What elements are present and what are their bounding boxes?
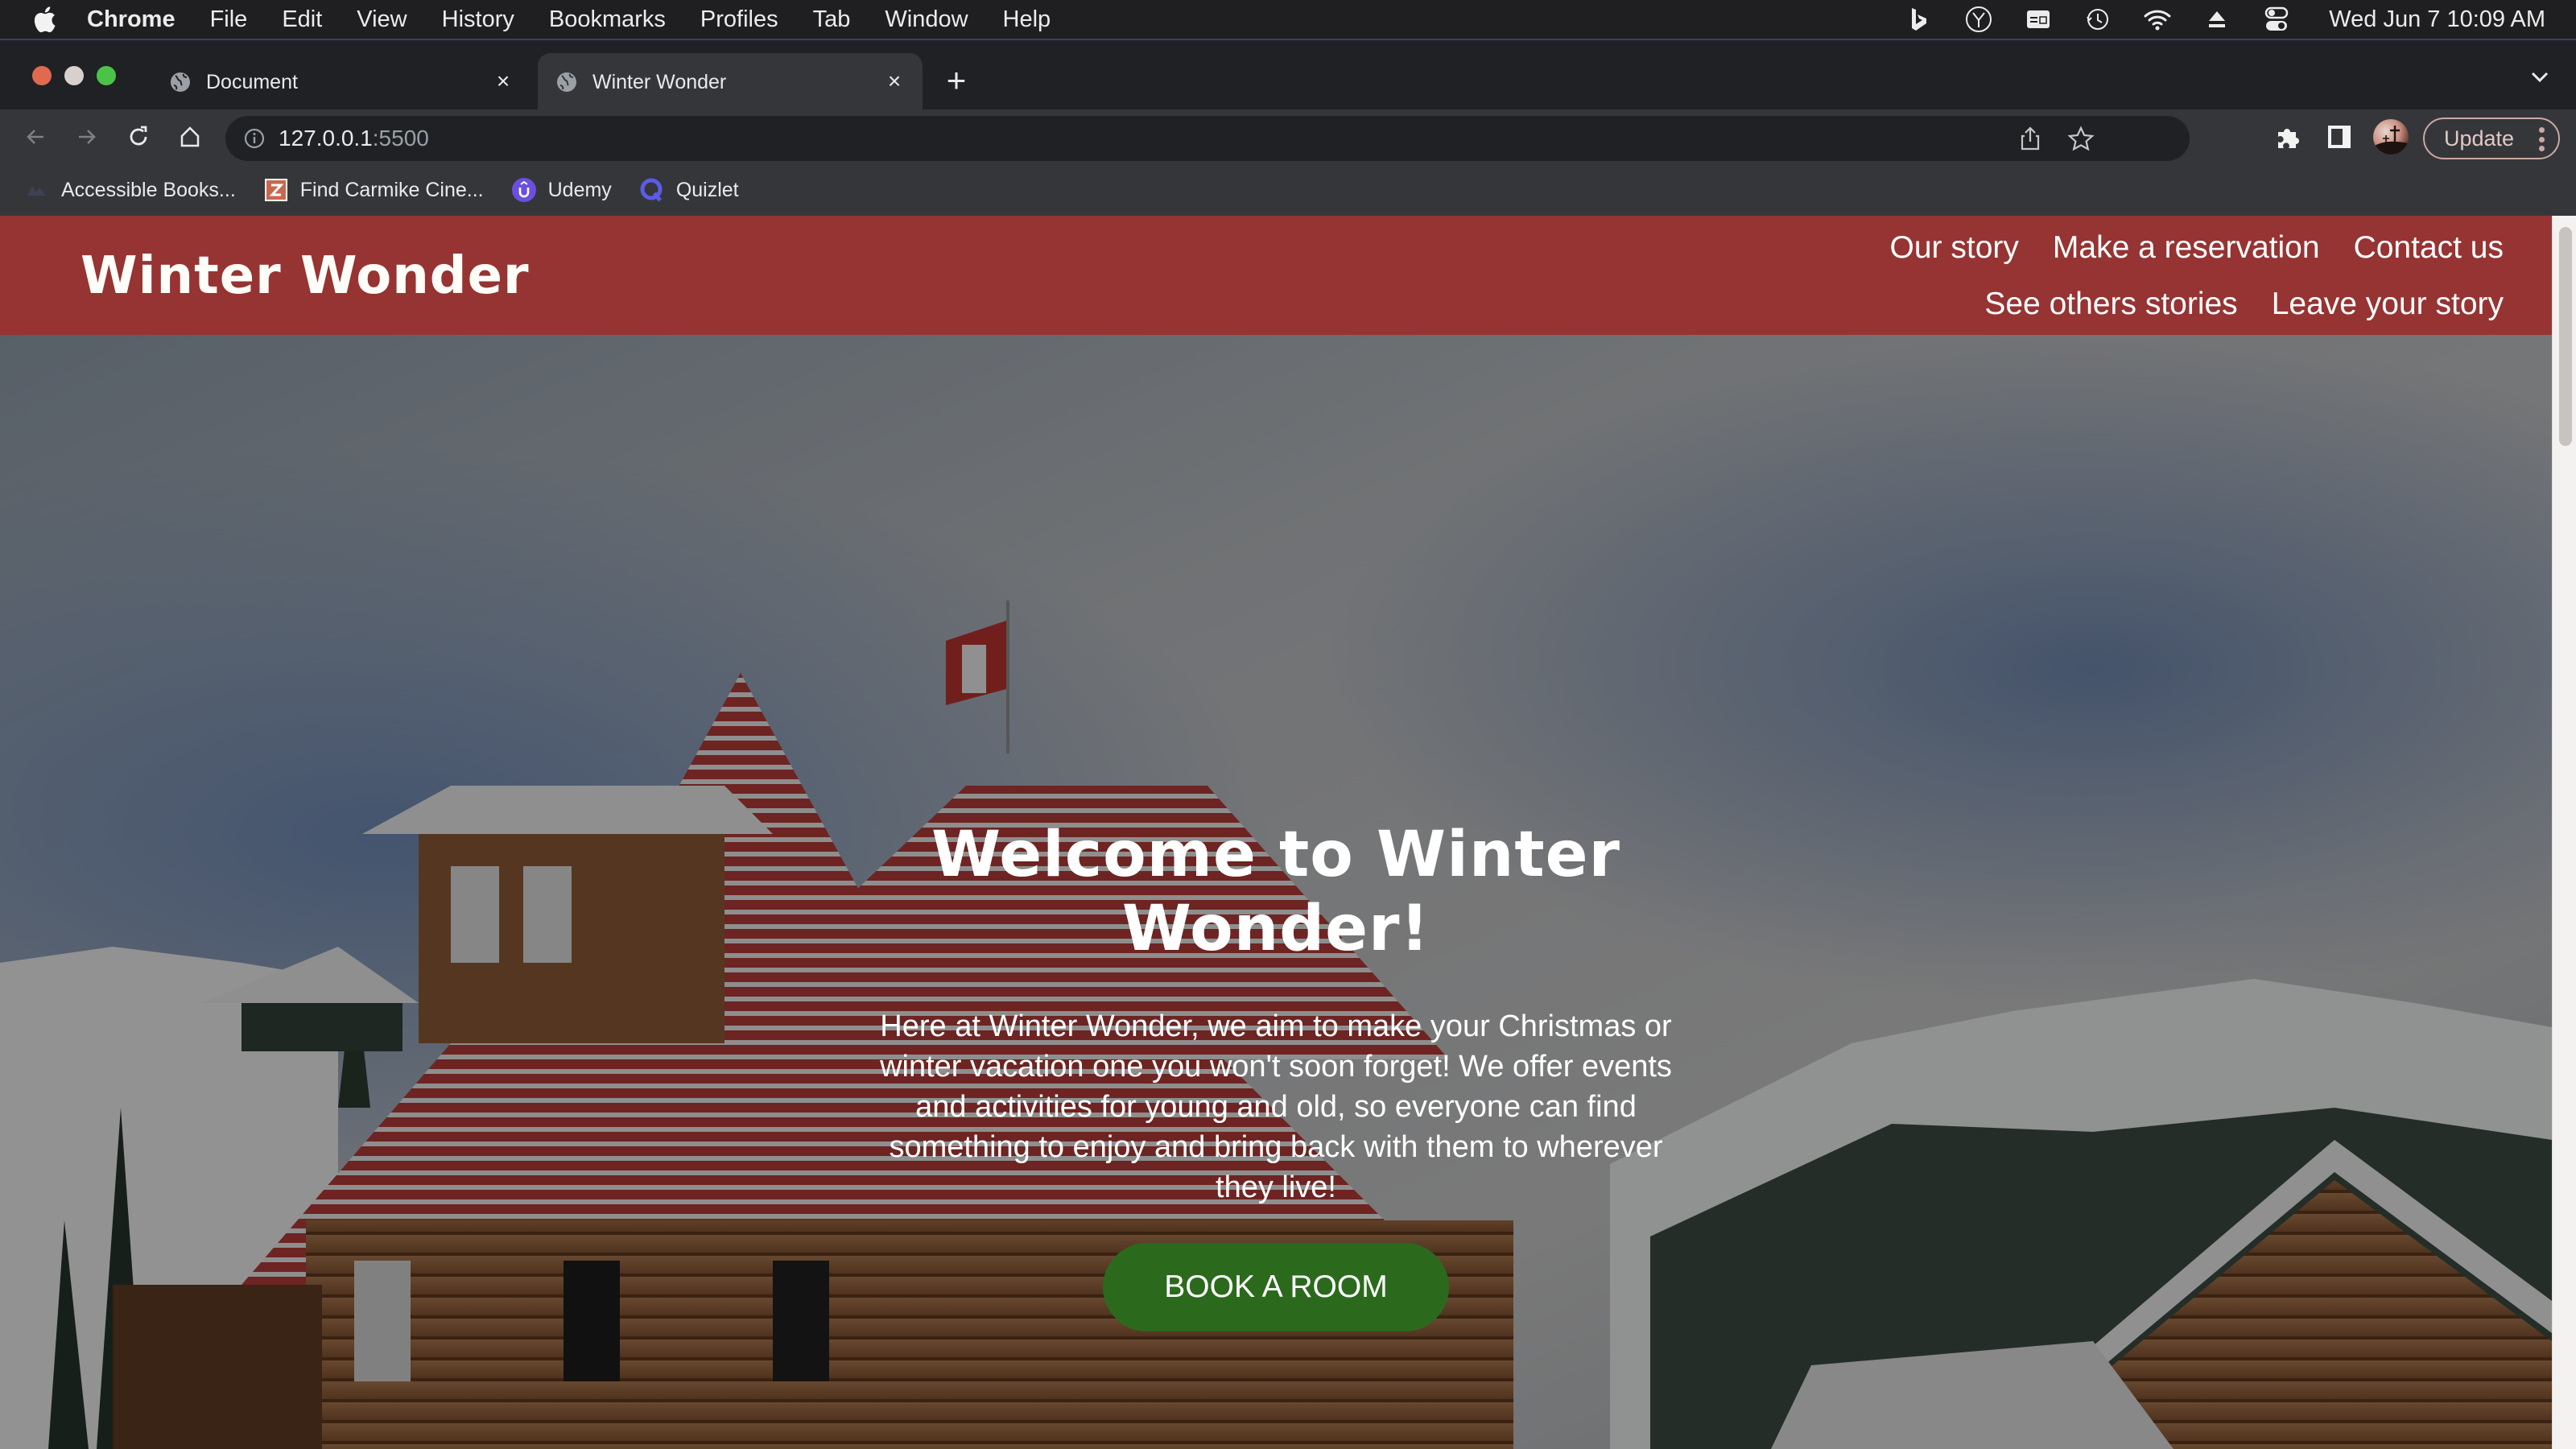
bookmark-label: Quizlet — [675, 178, 739, 201]
menu-help[interactable]: Help — [1003, 6, 1051, 33]
maximize-window-button[interactable] — [97, 66, 116, 85]
bookmark-label: Find Carmike Cine... — [299, 178, 484, 201]
tab-document[interactable]: Document × — [169, 53, 531, 111]
tab-title: Winter Wonder — [592, 70, 727, 93]
bookmarks-bar: Accessible Books... Find Carmike Cine...… — [0, 164, 2576, 216]
bookmark-carmike[interactable]: Find Carmike Cine... — [263, 177, 484, 203]
scrollbar-thumb[interactable] — [2559, 227, 2572, 446]
site-nav: Our story Make a reservation Contact us … — [1699, 225, 2504, 327]
bookmark-accessible-books[interactable]: Accessible Books... — [24, 177, 236, 203]
tab-title: Document — [206, 70, 298, 93]
nav-make-reservation[interactable]: Make a reservation — [2053, 225, 2320, 270]
nav-our-story[interactable]: Our story — [1890, 225, 2019, 270]
back-button[interactable] — [19, 121, 52, 153]
menu-edit[interactable]: Edit — [282, 6, 322, 33]
eject-icon[interactable] — [2203, 6, 2231, 33]
site-logo[interactable]: Winter Wonder — [80, 246, 530, 306]
update-chrome-button[interactable]: Update — [2423, 118, 2560, 159]
forward-button[interactable] — [71, 121, 103, 153]
update-label: Update — [2444, 126, 2515, 151]
menu-tab[interactable]: Tab — [813, 6, 851, 33]
hero-section: Welcome to Winter Wonder! Here at Winter… — [0, 335, 2552, 1449]
nav-contact-us[interactable]: Contact us — [2354, 225, 2504, 270]
wifi-icon[interactable] — [2144, 6, 2171, 33]
close-tab-icon[interactable]: × — [491, 68, 515, 93]
window-controls — [32, 66, 116, 85]
keyboard-shortcut-icon[interactable] — [2025, 6, 2052, 33]
reload-button[interactable] — [122, 121, 155, 153]
close-tab-icon[interactable]: × — [882, 68, 906, 93]
menu-file[interactable]: File — [210, 6, 248, 33]
hero-title: Welcome to Winter Wonder! — [931, 819, 1621, 965]
quizlet-icon — [639, 177, 665, 203]
browser-toolbar: 127.0.0.1:5500 Update — [0, 109, 2576, 164]
book-a-room-button[interactable]: BOOK A ROOM — [1103, 1243, 1449, 1331]
page-scrollbar[interactable] — [2552, 216, 2576, 1449]
menu-window[interactable]: Window — [885, 6, 968, 33]
side-panel-icon[interactable] — [2325, 122, 2354, 151]
menu-profiles[interactable]: Profiles — [700, 6, 778, 33]
nav-leave-your-story[interactable]: Leave your story — [2272, 282, 2504, 327]
globe-icon — [171, 72, 190, 92]
clock-app-icon[interactable] — [1965, 6, 1992, 33]
accessible-books-icon — [24, 177, 50, 203]
hero-description: Here at Winter Wonder, we aim to make yo… — [880, 1009, 1672, 1204]
menu-history[interactable]: History — [442, 6, 514, 33]
bookmark-label: Accessible Books... — [61, 178, 236, 201]
home-button[interactable] — [174, 121, 206, 153]
menu-view[interactable]: View — [357, 6, 407, 33]
close-window-button[interactable] — [32, 66, 52, 85]
bookmark-label: Udemy — [547, 178, 612, 201]
extensions-puzzle-icon[interactable] — [2273, 122, 2302, 151]
page-viewport: Winter Wonder Our story Make a reservati… — [0, 216, 2576, 1449]
control-center-icon[interactable] — [2263, 6, 2290, 33]
site-info-icon[interactable] — [243, 127, 266, 150]
menu-bar-status-area: Wed Jun 7 10:09 AM — [1905, 0, 2545, 39]
tab-search-chevron-icon[interactable] — [2528, 68, 2552, 87]
menu-app-name[interactable]: Chrome — [87, 6, 175, 33]
bookmark-star-icon[interactable] — [2067, 126, 2095, 153]
udemy-icon — [511, 177, 537, 203]
time-machine-icon[interactable] — [2084, 6, 2112, 33]
globe-icon — [557, 72, 576, 92]
browser-tab-strip: Document × Winter Wonder × + — [0, 39, 2576, 111]
url-text[interactable]: 127.0.0.1:5500 — [279, 126, 429, 151]
new-tab-button[interactable]: + — [940, 64, 972, 97]
bookmark-udemy[interactable]: Udemy — [511, 177, 612, 203]
apple-menu-icon[interactable] — [31, 5, 58, 34]
menu-bookmarks[interactable]: Bookmarks — [549, 6, 666, 33]
macos-menu-bar: Chrome File Edit View History Bookmarks … — [0, 0, 2576, 39]
address-bar[interactable]: 127.0.0.1:5500 — [225, 116, 2190, 161]
menu-bar-clock[interactable]: Wed Jun 7 10:09 AM — [2329, 6, 2545, 33]
profile-avatar[interactable] — [2373, 119, 2409, 155]
share-icon[interactable] — [2017, 126, 2043, 151]
bing-icon[interactable] — [1905, 6, 1933, 33]
nav-see-others-stories[interactable]: See others stories — [1984, 282, 2237, 327]
site-header: Winter Wonder Our story Make a reservati… — [0, 216, 2552, 335]
more-menu-icon[interactable] — [2539, 127, 2545, 151]
bookmark-quizlet[interactable]: Quizlet — [639, 177, 739, 203]
tab-winter-wonder[interactable]: Winter Wonder × — [538, 53, 923, 111]
carmike-icon — [263, 177, 289, 203]
minimize-window-button[interactable] — [64, 66, 84, 85]
hero-content: Welcome to Winter Wonder! Here at Winter… — [873, 818, 1678, 1331]
